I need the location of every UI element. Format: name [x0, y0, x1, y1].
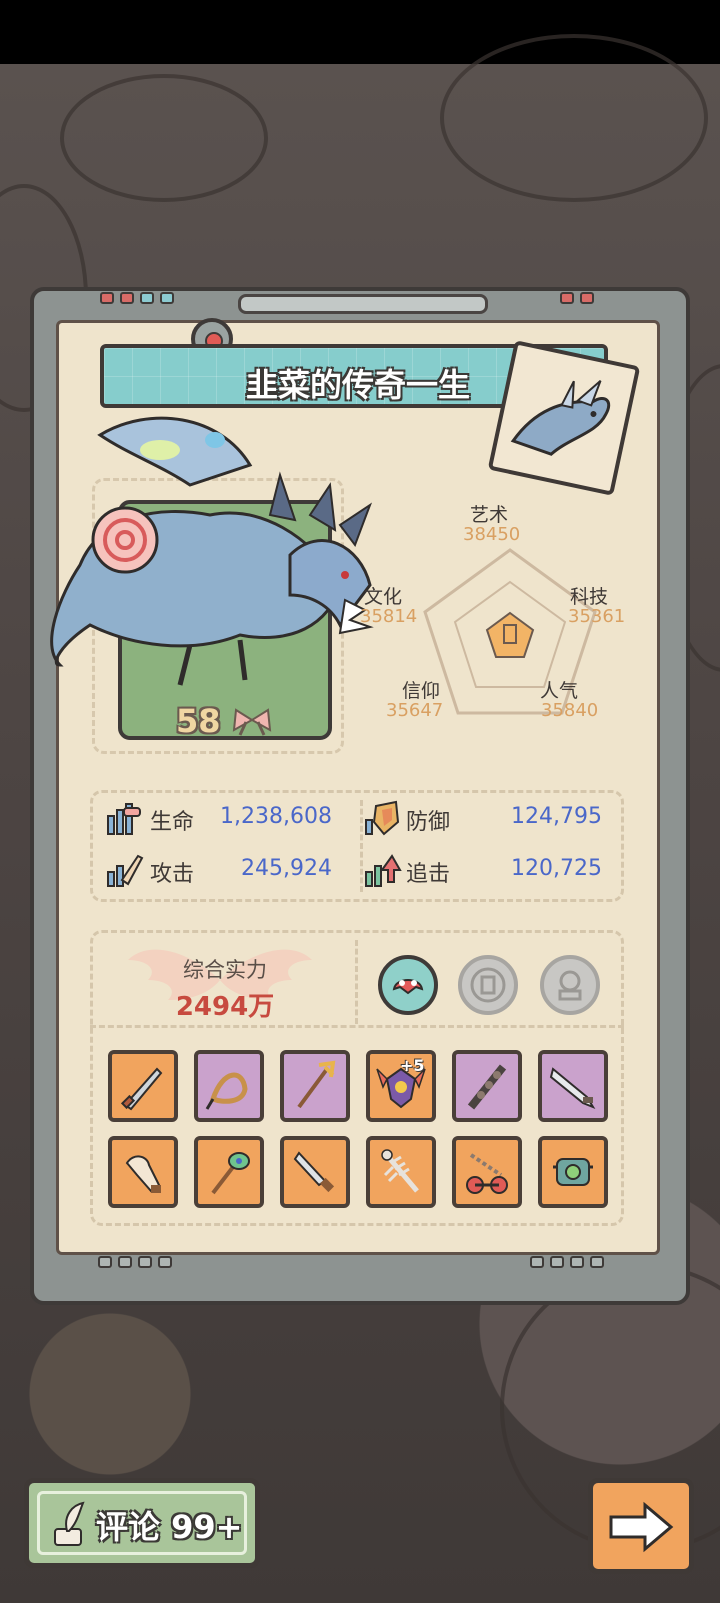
- mech-core-icon: [553, 1158, 593, 1186]
- stat-faith-name: 信仰: [402, 680, 441, 702]
- stat-art-name: 艺术: [470, 504, 509, 526]
- attack-value: 245,924: [241, 856, 332, 881]
- equipment-slot-knife[interactable]: [280, 1136, 350, 1208]
- enhance-badge: +5: [400, 1056, 425, 1075]
- trident-icon: [297, 1060, 336, 1109]
- power-divider: [355, 940, 358, 1024]
- equipment-slot-feather-spear[interactable]: [194, 1136, 264, 1208]
- chain-weights-icon: [466, 1153, 508, 1194]
- power-label: 综合实力: [183, 958, 267, 982]
- stat-art-value: 38450: [463, 524, 521, 545]
- panel-lights: [560, 292, 594, 304]
- creature-level: 58: [176, 702, 221, 740]
- stat-culture-name: 文化: [364, 586, 403, 608]
- fishbone-icon: [381, 1149, 419, 1193]
- locked-medal-icon[interactable]: [458, 955, 518, 1015]
- creature-portrait-card[interactable]: [487, 340, 641, 496]
- defense-value: 124,795: [511, 804, 602, 829]
- dragon-medal-icon[interactable]: [378, 955, 438, 1015]
- equipment-slot-mech-core[interactable]: [538, 1136, 608, 1208]
- equipment-divider: [90, 1025, 624, 1028]
- equipment-slot-fishbone[interactable]: [366, 1136, 436, 1208]
- pursuit-icon: [365, 854, 402, 887]
- dagger-icon: [120, 1067, 163, 1111]
- equipment-slot-trident[interactable]: [280, 1050, 350, 1122]
- stat-popularity-value: 35840: [541, 700, 599, 721]
- broad-blade-icon: [549, 1067, 596, 1110]
- glove-icon: [125, 1155, 161, 1193]
- equipment-slot-blade[interactable]: [538, 1050, 608, 1122]
- hp-value: 1,238,608: [220, 804, 332, 829]
- panel-bolts: [98, 1256, 172, 1268]
- equipment-slot-club[interactable]: [452, 1050, 522, 1122]
- defense-icon: [365, 800, 400, 836]
- equipment-slot-glove[interactable]: [108, 1136, 178, 1208]
- equipment-slot-chain-weights[interactable]: [452, 1136, 522, 1208]
- stat-culture-value: 35814: [360, 606, 418, 627]
- pursuit-value: 120,725: [511, 856, 602, 881]
- stat-popularity-name: 人气: [540, 680, 579, 702]
- stat-faith-value: 35647: [386, 700, 444, 721]
- stat-tech-name: 科技: [570, 586, 609, 608]
- pursuit-label: 追击: [406, 862, 451, 887]
- stat-tech-value: 35361: [568, 606, 626, 627]
- rope-icon: [205, 1072, 248, 1110]
- defense-label: 防御: [406, 810, 451, 835]
- feather-spear-icon: [211, 1152, 250, 1195]
- power-value: 2494万: [175, 992, 275, 1022]
- dragon-creature-icon[interactable]: [40, 395, 400, 695]
- quill-ink-icon: [54, 1501, 85, 1546]
- panel-bolts: [530, 1256, 604, 1268]
- panel-lights: [100, 292, 174, 304]
- attack-icon: [107, 854, 144, 887]
- comment-button-label: 评论 99+: [96, 1508, 243, 1546]
- arrow-right-icon: [609, 1501, 674, 1553]
- equipment-slot-rope[interactable]: [194, 1050, 264, 1122]
- dragon-portrait-icon: [510, 380, 611, 456]
- equipment-slot-dagger[interactable]: [108, 1050, 178, 1122]
- health-icon: [107, 803, 141, 835]
- hp-label: 生命: [150, 810, 195, 835]
- next-button[interactable]: [588, 1478, 694, 1574]
- locked-diver-medal-icon[interactable]: [540, 955, 600, 1015]
- panel-rail: [238, 294, 488, 314]
- spiked-club-icon: [467, 1064, 507, 1110]
- attack-label: 攻击: [150, 862, 195, 887]
- knife-icon: [293, 1151, 335, 1193]
- bow-icon: [232, 708, 272, 736]
